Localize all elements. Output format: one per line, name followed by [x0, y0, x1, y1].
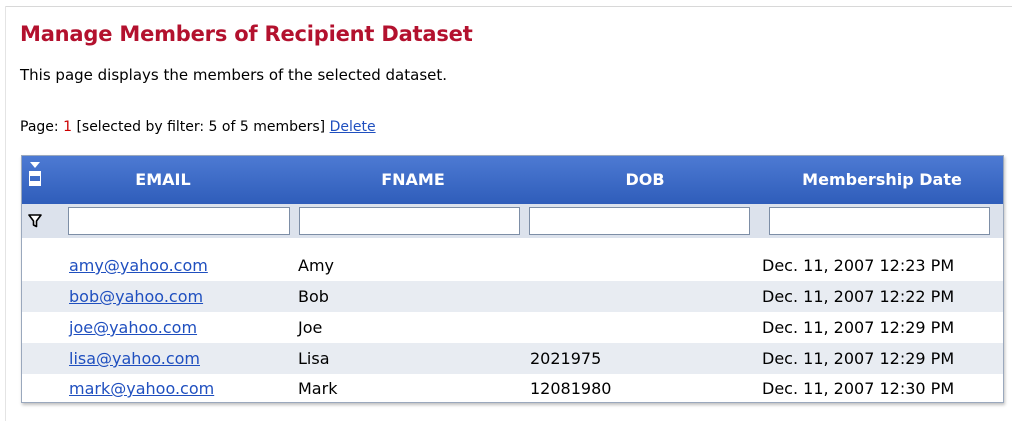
pager: Page: 1 [selected by filter: 5 of 5 memb…: [20, 119, 376, 135]
column-header-fname[interactable]: FNAME: [298, 156, 528, 204]
filter-row: [22, 204, 1003, 238]
save-icon[interactable]: [28, 162, 42, 198]
table-row: mark@yahoo.com Mark 12081980 Dec. 11, 20…: [22, 373, 1003, 404]
email-link[interactable]: joe@yahoo.com: [69, 312, 197, 343]
membership-date-filter-input[interactable]: [769, 207, 990, 235]
email-filter-input[interactable]: [68, 207, 290, 235]
column-header-email[interactable]: EMAIL: [48, 156, 278, 204]
fname-cell: Amy: [298, 256, 334, 275]
grid-header: EMAIL FNAME DOB Membership Date: [22, 156, 1003, 204]
page-description: This page displays the members of the se…: [20, 66, 448, 84]
membership-date-cell: Dec. 11, 2007 12:22 PM: [762, 287, 955, 306]
dob-cell: 12081980: [530, 379, 612, 398]
page-label: Page:: [20, 119, 59, 135]
membership-date-cell: Dec. 11, 2007 12:29 PM: [762, 318, 955, 337]
filter-funnel-icon[interactable]: [28, 214, 42, 228]
email-link[interactable]: mark@yahoo.com: [69, 373, 214, 404]
column-header-membership-date[interactable]: Membership Date: [762, 156, 1002, 204]
email-link[interactable]: amy@yahoo.com: [69, 250, 208, 281]
fname-cell: Bob: [298, 287, 329, 306]
fname-cell: Lisa: [298, 349, 330, 368]
left-border: [5, 6, 6, 421]
table-row: lisa@yahoo.com Lisa 2021975 Dec. 11, 200…: [22, 343, 1003, 374]
column-header-dob[interactable]: DOB: [530, 156, 760, 204]
membership-date-cell: Dec. 11, 2007 12:23 PM: [762, 256, 955, 275]
email-link[interactable]: bob@yahoo.com: [69, 281, 203, 312]
dob-cell: 2021975: [530, 349, 602, 368]
table-row: joe@yahoo.com Joe Dec. 11, 2007 12:29 PM: [22, 312, 1003, 343]
current-page-number[interactable]: 1: [63, 119, 72, 135]
delete-link[interactable]: Delete: [330, 119, 376, 135]
email-link[interactable]: lisa@yahoo.com: [69, 343, 200, 374]
members-grid: EMAIL FNAME DOB Membership Date amy@yaho…: [21, 155, 1004, 403]
fname-filter-input[interactable]: [299, 207, 520, 235]
table-row: bob@yahoo.com Bob Dec. 11, 2007 12:22 PM: [22, 281, 1003, 312]
table-row: amy@yahoo.com Amy Dec. 11, 2007 12:23 PM: [22, 250, 1003, 281]
fname-cell: Mark: [298, 379, 338, 398]
top-border: [5, 6, 1012, 7]
fname-cell: Joe: [298, 318, 323, 337]
dob-filter-input[interactable]: [529, 207, 750, 235]
membership-date-cell: Dec. 11, 2007 12:30 PM: [762, 379, 955, 398]
page-title: Manage Members of Recipient Dataset: [20, 22, 473, 46]
membership-date-cell: Dec. 11, 2007 12:29 PM: [762, 349, 955, 368]
filter-summary: [selected by filter: 5 of 5 members]: [76, 119, 326, 135]
